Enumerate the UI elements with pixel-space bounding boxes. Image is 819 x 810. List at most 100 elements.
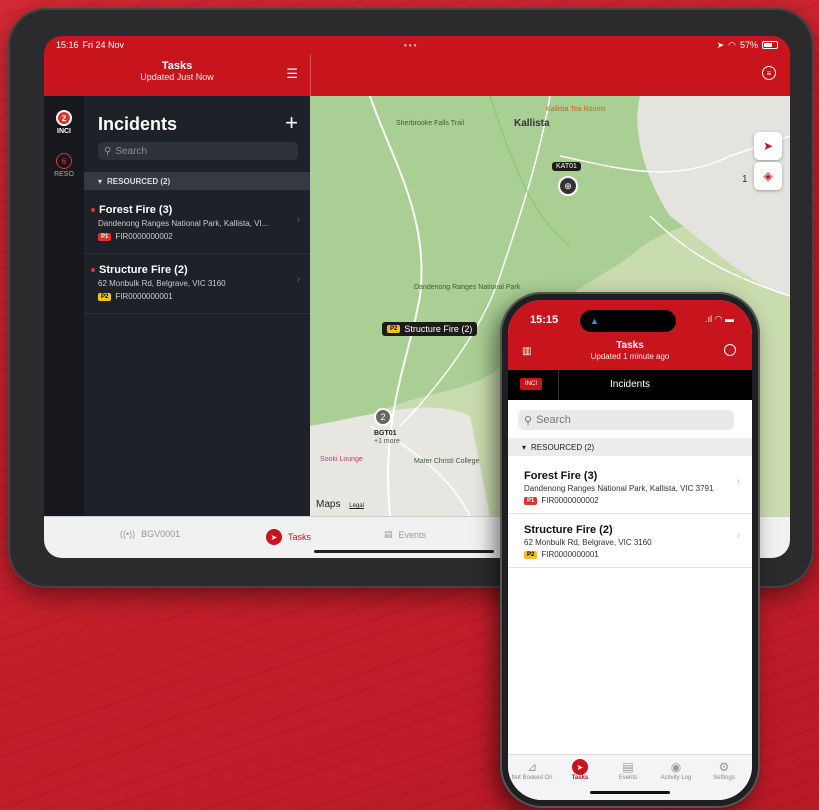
tab-activity-log[interactable]: ◉ Activity Log	[654, 759, 698, 781]
incident-address: Dandenong Ranges National Park, Kallista…	[98, 219, 269, 228]
rail-count-badge: 2	[56, 110, 72, 126]
priority-badge: P2	[98, 292, 112, 301]
chevron-right-icon: ›	[296, 214, 300, 225]
list-item[interactable]: Structure Fire (2) 62 Monbulk Rd, Belgra…	[84, 256, 310, 314]
chevron-right-icon: ›	[736, 530, 740, 541]
header-subtitle: Updated 1 minute ago	[590, 352, 670, 361]
legal-link[interactable]: Legal	[349, 503, 364, 509]
tab-label: Not Booked On	[511, 775, 553, 781]
tab-settings[interactable]: ⚙ Settings	[702, 759, 746, 781]
search-icon: ⚲	[524, 414, 533, 427]
map-town-label-2: 1	[742, 174, 748, 185]
activity-icon: ◉	[670, 760, 682, 774]
add-incident-button[interactable]: +	[285, 110, 298, 136]
phone-screen: 15:15 ▲ .ıl ◠ ▬ ▥ Tasks Updated 1 minute…	[508, 300, 752, 800]
status-date: Fri 24 Nov	[82, 40, 125, 50]
filter-icon[interactable]	[724, 344, 736, 356]
section-label: RESOURCED (2)	[107, 176, 171, 186]
tab-tasks[interactable]: ➤ Tasks	[266, 529, 311, 545]
tab-label: Events	[398, 529, 427, 540]
broadcast-icon: ((•))	[120, 529, 136, 539]
navigate-icon: ➤	[572, 759, 588, 775]
incident-name: Structure Fire (2)	[99, 264, 188, 276]
list-item[interactable]: Forest Fire (3) Dandenong Ranges Nationa…	[508, 462, 752, 514]
locate-icon[interactable]: ➤	[754, 132, 782, 160]
maps-brand: Maps	[316, 499, 341, 510]
location-icon: ➤	[716, 39, 725, 50]
vehicle-label: KAT01	[552, 162, 581, 171]
incident-address: 62 Monbulk Rd, Belgrave, VIC 3160	[98, 279, 226, 288]
callout-text: Structure Fire (2)	[404, 324, 473, 334]
incident-code: FIR0000000001	[115, 292, 173, 301]
tab-events[interactable]: ▤ Events	[606, 759, 650, 781]
battery-icon	[762, 41, 778, 49]
wifi-icon: ◠	[728, 39, 736, 50]
tab-vehicle[interactable]: ((•)) BGV0001	[120, 529, 180, 539]
battery-percent: 57%	[739, 40, 758, 50]
chevron-right-icon: ›	[736, 476, 740, 487]
dynamic-island: ▲	[580, 310, 676, 332]
tab-not-booked-on[interactable]: ⊿ Not Booked On	[510, 759, 554, 781]
map-header: ≡	[310, 54, 790, 96]
cluster-marker[interactable]: 2	[374, 408, 392, 426]
signal-wifi-battery-icon: .ıl ◠ ▬	[705, 314, 734, 324]
tab-label: Tasks	[571, 775, 589, 781]
incident-list-panel: Incidents + ⚲ Search ▾ RESOURCED (2) For…	[84, 96, 310, 516]
maps-attribution: Maps Legal	[316, 499, 364, 510]
tablet-header: Tasks Updated Just Now ☰	[44, 54, 310, 96]
layers-icon[interactable]: ◈	[754, 162, 782, 190]
list-item[interactable]: Structure Fire (2) 62 Monbulk Rd, Belgra…	[508, 516, 752, 568]
list-view-icon[interactable]: ☰	[286, 66, 298, 82]
gear-icon: ⚙	[718, 760, 730, 774]
rail-item-incidents[interactable]: 2 INCI	[44, 110, 84, 135]
segment-title: Incidents	[609, 379, 651, 390]
chevron-down-icon: ▾	[522, 442, 527, 452]
tablet-status-bar: 15:16 Fri 24 Nov ••• ➤ ◠ 57%	[44, 36, 790, 54]
tab-tasks[interactable]: ➤ Tasks	[558, 759, 602, 781]
cluster-label: BGT01	[374, 430, 397, 437]
section-header-resourced[interactable]: ▾ RESOURCED (2)	[84, 172, 310, 190]
priority-badge: P1	[524, 496, 538, 505]
status-time: 15:16	[56, 40, 79, 50]
phone-segment-bar: INCI Incidents	[508, 370, 752, 400]
search-placeholder: Search	[536, 414, 571, 426]
tab-label: Tasks	[288, 532, 312, 542]
chevron-right-icon: ›	[296, 274, 300, 285]
search-input[interactable]: ⚲ Search	[518, 410, 734, 430]
rail-item-resources[interactable]: 6 RESO	[44, 153, 84, 178]
tab-label: Settings	[713, 775, 735, 781]
rail-label: INCI	[57, 128, 71, 135]
incident-code: FIR0000000002	[541, 496, 599, 505]
rail-count-badge: 6	[56, 153, 72, 169]
header-title: Tasks	[616, 340, 644, 351]
tab-events[interactable]: ▤ Events	[384, 529, 426, 540]
chevron-down-icon: ▾	[98, 176, 103, 186]
section-header-resourced[interactable]: ▾ RESOURCED (2)	[508, 438, 752, 456]
phone-device: 15:15 ▲ .ıl ◠ ▬ ▥ Tasks Updated 1 minute…	[500, 292, 760, 808]
incident-name: Structure Fire (2)	[524, 524, 613, 536]
map-poi-label: Mater Christi College	[414, 458, 480, 465]
cluster-more: +1 more	[374, 438, 400, 445]
section-label: RESOURCED (2)	[531, 442, 595, 452]
filter-icon[interactable]: ≡	[762, 66, 776, 80]
incident-address: Dandenong Ranges National Park, Kallista…	[524, 484, 714, 493]
page-title: Incidents	[98, 114, 178, 134]
incident-name: Forest Fire (3)	[524, 470, 598, 482]
phone-tab-bar: ⊿ Not Booked On ➤ Tasks ▤ Events ◉ Activ…	[508, 754, 752, 800]
incident-callout[interactable]: P2 Structure Fire (2)	[382, 322, 478, 336]
multitask-dots-icon[interactable]: •••	[404, 41, 418, 50]
booked-off-icon: ⊿	[526, 760, 538, 774]
header-title: Tasks	[161, 60, 193, 72]
search-icon: ⚲	[104, 145, 112, 157]
incident-address: 62 Monbulk Rd, Belgrave, VIC 3160	[524, 538, 652, 547]
document-icon: ▤	[384, 529, 393, 539]
navigate-icon: ➤	[266, 529, 282, 545]
map-poi-label: Sherbrooke Falls Trail	[396, 120, 465, 127]
search-input[interactable]: ⚲ Search	[98, 142, 298, 160]
vehicle-marker-icon[interactable]: ⊕	[558, 176, 578, 196]
tab-label: Activity Log	[660, 775, 692, 781]
search-placeholder: Search	[115, 145, 148, 157]
incident-name: Forest Fire (3)	[99, 204, 173, 216]
list-item[interactable]: Forest Fire (3) Dandenong Ranges Nationa…	[84, 196, 310, 254]
incident-code: FIR0000000002	[115, 232, 173, 241]
